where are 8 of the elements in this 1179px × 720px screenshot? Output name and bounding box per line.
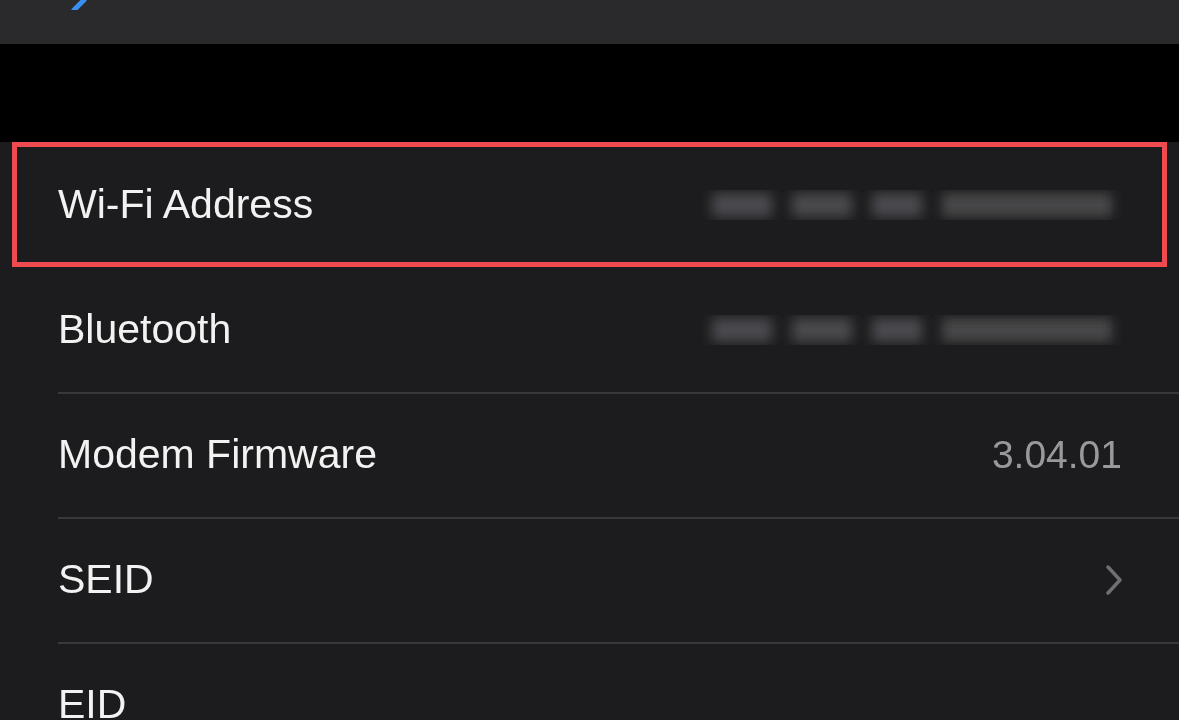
row-label: Bluetooth: [58, 306, 232, 353]
chevron-icon: [1106, 564, 1122, 595]
settings-row[interactable]: Wi-Fi Address: [12, 142, 1167, 267]
row-value: 3.04.01: [991, 432, 1122, 477]
row-label: SEID: [58, 556, 154, 603]
row-label: EID: [58, 681, 127, 720]
row-label: Modem Firmware: [58, 431, 377, 478]
row-label: Wi-Fi Address: [58, 181, 314, 228]
